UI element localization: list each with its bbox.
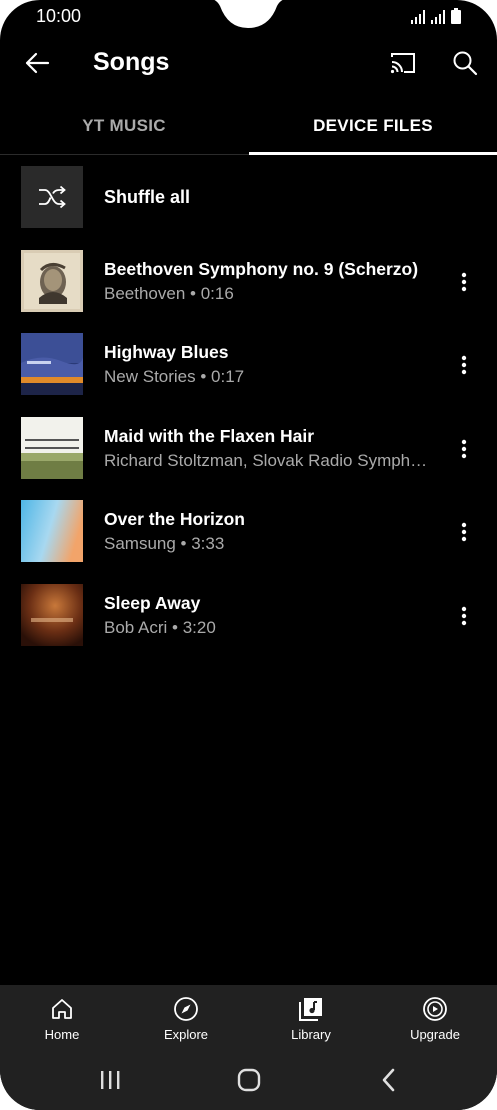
- more-vert-icon: [461, 439, 467, 459]
- more-vert-icon: [461, 606, 467, 626]
- song-subtitle: Beethoven • 0:16: [104, 284, 234, 303]
- shuffle-all-label: Shuffle all: [104, 187, 191, 207]
- song-row[interactable]: Over the Horizon Samsung • 3:33: [0, 500, 497, 564]
- home-icon: [48, 995, 76, 1023]
- home-system-icon: [237, 1068, 261, 1092]
- back-system-button[interactable]: [374, 1065, 404, 1095]
- song-title: Sleep Away: [104, 593, 201, 613]
- cast-icon: [390, 53, 415, 74]
- recent-apps-button[interactable]: [95, 1065, 125, 1095]
- shuffle-tile: [21, 166, 83, 228]
- nav-explore[interactable]: Explore: [124, 985, 248, 1051]
- song-title: Maid with the Flaxen Hair: [104, 426, 315, 446]
- song-title: Over the Horizon: [104, 509, 245, 529]
- signal-icon: [431, 10, 445, 24]
- song-row[interactable]: Sleep Away Bob Acri • 3:20: [0, 584, 497, 648]
- song-row[interactable]: Beethoven Symphony no. 9 (Scherzo) Beeth…: [0, 250, 497, 314]
- nav-home[interactable]: Home: [0, 985, 124, 1051]
- page-title: Songs: [93, 48, 170, 76]
- bottom-navigation: Home Explore Library Upgrade: [0, 985, 497, 1051]
- more-options-button[interactable]: [452, 435, 476, 463]
- system-navigation-bar: [0, 1051, 497, 1110]
- active-tab-indicator: [249, 152, 497, 155]
- song-subtitle: Richard Stoltzman, Slovak Radio Symphony…: [104, 451, 434, 470]
- chevron-left-icon: [382, 1068, 395, 1092]
- cast-button[interactable]: [386, 46, 420, 80]
- arrow-back-icon: [25, 52, 50, 74]
- nav-upgrade-label: Upgrade: [410, 1027, 460, 1042]
- home-system-button[interactable]: [234, 1065, 264, 1095]
- tab-device-files[interactable]: DEVICE FILES: [249, 98, 497, 154]
- compass-icon: [172, 995, 200, 1023]
- album-art-samsung: [21, 500, 83, 562]
- more-vert-icon: [461, 355, 467, 375]
- album-art-beethoven: [21, 250, 83, 312]
- signal-icon: [411, 10, 425, 24]
- camera-notch: [214, 0, 283, 28]
- song-subtitle: Samsung • 3:33: [104, 534, 225, 553]
- song-subtitle: New Stories • 0:17: [104, 367, 245, 386]
- more-options-button[interactable]: [452, 518, 476, 546]
- status-time: 10:00: [36, 6, 82, 26]
- tab-yt-music[interactable]: YT MUSIC: [0, 98, 248, 154]
- album-art-stoltzman: [21, 417, 83, 479]
- nav-upgrade[interactable]: Upgrade: [373, 985, 497, 1051]
- shuffle-icon: [39, 185, 66, 209]
- library-icon: [297, 995, 325, 1023]
- nav-library-label: Library: [291, 1027, 331, 1042]
- album-art-bob-acri: [21, 584, 83, 646]
- tab-bar: YT MUSIC DEVICE FILES: [0, 98, 497, 155]
- nav-library[interactable]: Library: [249, 985, 373, 1051]
- more-vert-icon: [461, 272, 467, 292]
- upgrade-icon: [421, 995, 449, 1023]
- song-title: Beethoven Symphony no. 9 (Scherzo): [104, 259, 419, 279]
- more-options-button[interactable]: [452, 602, 476, 630]
- status-bar: 10:00: [0, 0, 497, 34]
- top-app-bar: Songs: [0, 34, 497, 94]
- more-vert-icon: [461, 522, 467, 542]
- song-row[interactable]: Maid with the Flaxen Hair Richard Stoltz…: [0, 417, 497, 481]
- more-options-button[interactable]: [452, 268, 476, 296]
- song-title: Highway Blues: [104, 342, 229, 362]
- nav-home-label: Home: [44, 1027, 80, 1042]
- nav-explore-label: Explore: [163, 1027, 209, 1042]
- song-subtitle: Bob Acri • 3:20: [104, 618, 216, 637]
- shuffle-all-button[interactable]: Shuffle all: [0, 166, 497, 230]
- recent-apps-icon: [101, 1071, 120, 1089]
- phone-screen: 10:00 Songs YT MUSIC DEVICE FILES Shuffl…: [0, 0, 497, 1110]
- battery-icon: [451, 8, 461, 24]
- search-button[interactable]: [448, 46, 482, 80]
- song-row[interactable]: Highway Blues New Stories • 0:17: [0, 333, 497, 397]
- more-options-button[interactable]: [452, 351, 476, 379]
- search-icon: [453, 51, 478, 76]
- status-icons: [411, 8, 461, 24]
- album-art-new-stories: [21, 333, 83, 395]
- back-button[interactable]: [20, 46, 54, 80]
